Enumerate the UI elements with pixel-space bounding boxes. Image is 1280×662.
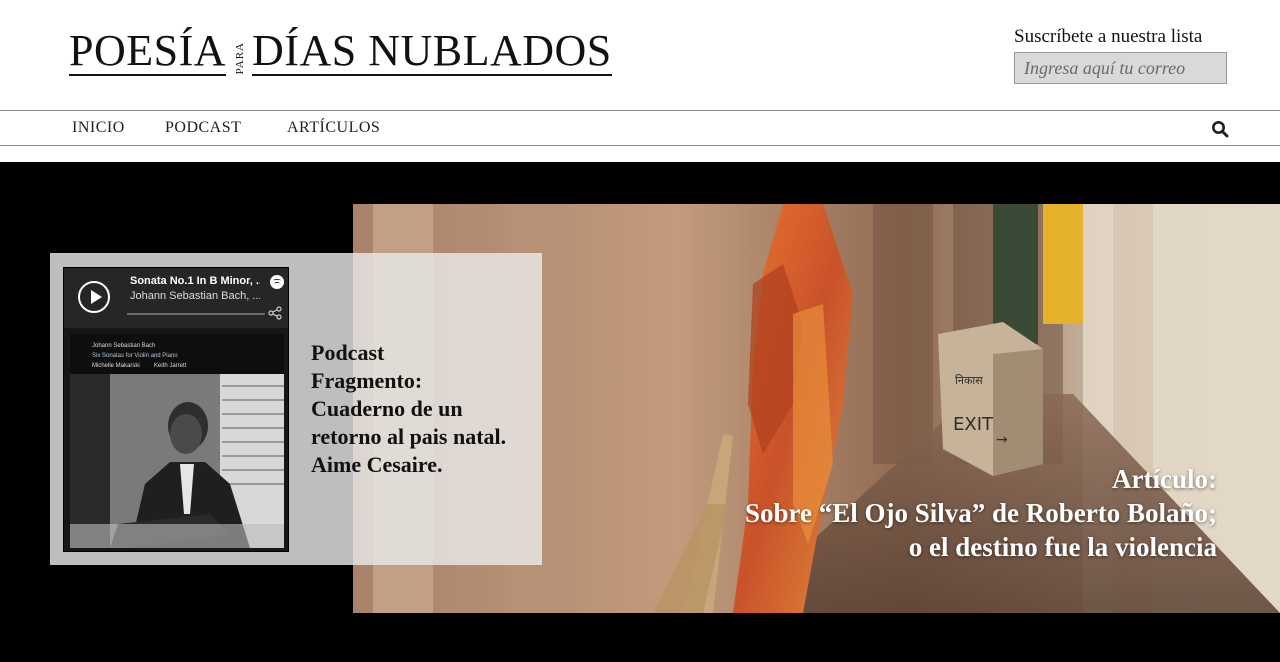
- logo-word-para: PARA: [234, 41, 247, 74]
- cover-performer-1: Michelle Makarski: [92, 363, 140, 369]
- article-label: Artículo:: [1112, 464, 1217, 494]
- podcast-title-line-1: Fragmento:: [311, 368, 423, 393]
- article-title-line-1: Sobre “El Ojo Silva” de Roberto Bolaño;: [744, 498, 1217, 528]
- nav-item-inicio[interactable]: INICIO: [72, 119, 125, 137]
- cover-composer: Johann Sebastian Bach: [92, 343, 156, 349]
- main-nav: INICIO PODCAST ARTÍCULOS: [0, 110, 1280, 146]
- nav-item-articulos[interactable]: ARTÍCULOS: [287, 119, 380, 137]
- svg-text:EXIT: EXIT: [953, 414, 994, 435]
- progress-bar[interactable]: [127, 313, 265, 315]
- track-title[interactable]: Sonata No.1 In B Minor, ...: [130, 275, 260, 287]
- cover-portrait-photo: [70, 374, 284, 548]
- email-field[interactable]: [1014, 52, 1227, 84]
- podcast-card: Sonata No.1 In B Minor, ... Johann Sebas…: [50, 253, 542, 565]
- svg-text:→: →: [996, 432, 1008, 448]
- logo-word-poesia: POESÍA: [69, 26, 227, 76]
- play-icon[interactable]: [78, 281, 110, 313]
- share-icon[interactable]: [268, 306, 282, 320]
- newsletter-subscribe: Suscríbete a nuestra lista: [1014, 26, 1228, 84]
- track-artist[interactable]: Johann Sebastian Bach, ...: [130, 290, 260, 302]
- site-logo[interactable]: POESÍA PARA DÍAS NUBLADOS: [69, 28, 612, 76]
- nav-item-podcast[interactable]: PODCAST: [165, 119, 241, 137]
- podcast-episode-link[interactable]: Podcast Fragmento: Cuaderno de un retorn…: [311, 339, 536, 479]
- podcast-title-line-4: Aime Cesaire.: [311, 452, 443, 477]
- subscribe-label: Suscríbete a nuestra lista: [1014, 26, 1203, 47]
- podcast-label: Podcast: [311, 340, 385, 365]
- spotify-embed-player: Sonata No.1 In B Minor, ... Johann Sebas…: [63, 267, 289, 552]
- logo-word-dias-nublados: DÍAS NUBLADOS: [252, 26, 612, 76]
- cover-performer-2: Keith Jarrett: [154, 363, 187, 369]
- svg-text:निकास: निकास: [955, 374, 983, 387]
- search-icon[interactable]: [1211, 120, 1229, 138]
- site-header: POESÍA PARA DÍAS NUBLADOS Suscríbete a n…: [0, 0, 1280, 110]
- cover-album-title: Six Sonatas for Violin and Piano: [92, 353, 178, 359]
- article-title-line-2: o el destino fue la violencia: [908, 532, 1217, 562]
- featured-article-link[interactable]: Artículo: Sobre “El Ojo Silva” de Robert…: [745, 462, 1217, 564]
- podcast-title-line-2: Cuaderno de un: [311, 396, 463, 421]
- hero-section: निकास EXIT → Artículo: Sobre “El Ojo Sil…: [0, 162, 1280, 662]
- album-cover: Johann Sebastian Bach Six Sonatas for Vi…: [70, 334, 284, 548]
- spotify-logo-icon[interactable]: [270, 275, 284, 289]
- podcast-title-line-3: retorno al pais natal.: [311, 424, 507, 449]
